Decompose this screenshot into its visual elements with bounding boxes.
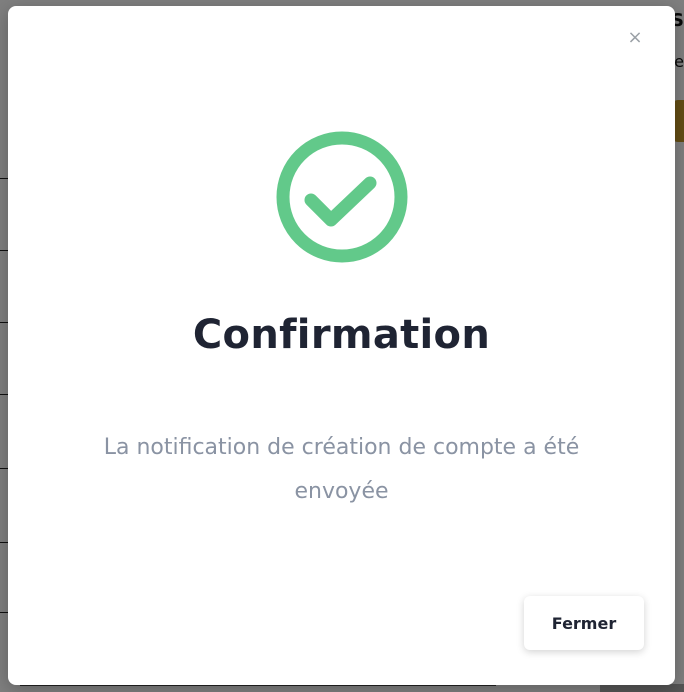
modal-message: La notification de création de compte a …: [103, 435, 580, 504]
close-button[interactable]: Fermer: [524, 596, 644, 650]
modal-title: Confirmation: [192, 312, 491, 358]
check-circle-icon: [276, 131, 408, 263]
close-icon[interactable]: ×: [627, 29, 643, 47]
confirmation-modal: × Confirmation La notification de créati…: [8, 6, 675, 685]
